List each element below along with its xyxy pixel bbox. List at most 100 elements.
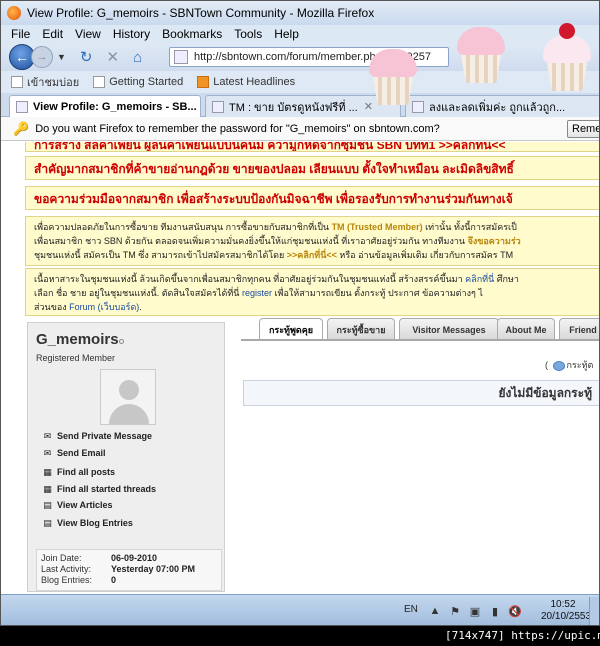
forward-button[interactable]: →: [31, 46, 53, 68]
bookmark-label: เข้าชมบ่อย: [27, 77, 80, 89]
notice-bar-1: การสร้าง สลิคาเพยนิ ผูลนิคาเพยนิแบ็บนิคน…: [25, 142, 599, 152]
tab-label: Friend: [569, 324, 597, 335]
tab-label: กระทู้ซื้อขาย: [336, 324, 386, 335]
tab-label: Visitor Messages: [412, 324, 486, 335]
rss-icon: [197, 76, 210, 88]
bookmark-latest-headlines[interactable]: Latest Headlines: [197, 76, 295, 88]
stat-value: 06-09-2010: [111, 553, 158, 563]
navigation-toolbar: ← → ▼ ↻ ✕ ⌂ http://sbntown.com/forum/mem…: [1, 43, 599, 71]
menu-help[interactable]: Help: [274, 27, 299, 41]
tab-tm-sale[interactable]: TM : ขาย บัตรดูหนังฟรีที่ ... ✕: [205, 95, 401, 117]
avatar: [100, 369, 156, 425]
tab-visitor-messages[interactable]: Visitor Messages: [399, 318, 499, 340]
blog-icon: ▤: [43, 517, 52, 528]
home-icon[interactable]: ⌂: [133, 49, 142, 66]
firefox-icon: [7, 6, 21, 20]
page-content: การสร้าง สลิคาเพยนิ ผูลนิคาเพยนิแบ็บนิคน…: [1, 142, 599, 594]
feed-link-label: กระทู้ต: [566, 360, 594, 370]
volume-muted-icon[interactable]: 🔇: [508, 605, 522, 618]
notice-text: ศึกษา: [494, 274, 519, 284]
action-center-flag-icon[interactable]: ⚑: [449, 605, 461, 618]
find-all-threads-link[interactable]: ▦ Find all started threads: [42, 483, 156, 495]
clock-date: 20/10/2553: [541, 611, 592, 622]
close-icon[interactable]: ✕: [364, 100, 373, 113]
tab-favicon-icon: [412, 100, 424, 113]
notice-text: เท่านั้น ทั้งนี้การสมัครเป็: [422, 222, 517, 232]
tab-friends[interactable]: Friend: [559, 318, 599, 340]
windows-taskbar: EN ▲ ⚑ ▣ ▮ 🔇 10:52 20/10/2553: [1, 594, 599, 625]
tab-label: View Profile: G_memoirs - SB...: [33, 100, 197, 113]
notification-message: Do you want Firefox to remember the pass…: [35, 122, 440, 135]
tab-view-profile[interactable]: View Profile: G_memoirs - SB... ✕: [9, 95, 201, 117]
stop-icon[interactable]: ✕: [107, 48, 120, 66]
reload-icon[interactable]: ↻: [80, 48, 93, 66]
network-signal-icon[interactable]: ▮: [489, 605, 501, 618]
envelope-icon: ✉: [43, 430, 52, 441]
notice-text: เพื่อนสมาชิก ชาว SBN ด้วยกัน ตลอดจนเพิ่ม…: [34, 236, 468, 246]
threads-feed-link[interactable]: ( กระทู้ต: [545, 358, 593, 372]
tab-about-me[interactable]: About Me: [497, 318, 555, 340]
title-bar: View Profile: G_memoirs - SBNTown Commun…: [1, 1, 599, 25]
tab-divider: [241, 339, 599, 341]
show-desktop-button[interactable]: [589, 597, 599, 625]
notice-text: การสร้าง สลิคาเพยนิ ผูลนิคาเพยนิแบ็บนิคน…: [34, 142, 506, 152]
tab-discussion-threads[interactable]: กระทู้พูดคุย: [259, 318, 323, 340]
menu-tools[interactable]: Tools: [234, 27, 262, 41]
notice-trusted-member: เพื่อความปลอดภัยในการซื้อขาย ทีมงานสนับส…: [25, 216, 599, 266]
notice-text: เลือก ชื่อ ชาย อยู่ในชุมชนแห่งนี้. ตัดสิ…: [34, 288, 242, 298]
address-bar[interactable]: http://sbntown.com/forum/member.php?u=49…: [169, 47, 449, 67]
send-private-message-link[interactable]: ✉ Send Private Message: [42, 430, 153, 442]
tab-label: TM : ขาย บัตรดูหนังฟรีที่ ...: [229, 101, 358, 114]
tab-sale[interactable]: ลงและลดเพิ่มค่ะ ถูกแล้วถูก...: [405, 95, 599, 117]
key-icon: 🔑: [13, 120, 30, 136]
view-blog-entries-link[interactable]: ▤ View Blog Entries: [42, 517, 133, 529]
stat-blog-entries: Blog Entries: 0: [41, 575, 217, 586]
stat-value: 0: [111, 575, 117, 585]
notice-text: สำคัญมากสมาชิกที่ค้าขายอ่านกฎด้วย ขายของ…: [34, 162, 514, 176]
system-clock[interactable]: 10:52 20/10/2553: [541, 599, 592, 623]
click-here-link[interactable]: คลิกที่นี่: [465, 274, 494, 284]
bookmark-label: Latest Headlines: [213, 76, 296, 88]
link-label: View Blog Entries: [57, 518, 133, 528]
view-articles-link[interactable]: ▤ View Articles: [42, 499, 112, 511]
bookmark-most-visited[interactable]: เข้าชมบ่อย: [11, 73, 79, 91]
menu-bar: File Edit View History Bookmarks Tools H…: [1, 25, 599, 43]
link-label: Find all posts: [57, 467, 116, 477]
history-dropdown-icon[interactable]: ▼: [57, 52, 66, 62]
articles-icon: ▤: [43, 499, 52, 510]
menu-edit[interactable]: Edit: [42, 27, 63, 41]
menu-history[interactable]: History: [113, 27, 150, 41]
notice-text: ส่วนของ: [34, 302, 70, 312]
show-hidden-icons-icon[interactable]: ▲: [429, 605, 441, 617]
threads-icon: ▦: [43, 483, 52, 494]
find-all-posts-link[interactable]: ▦ Find all posts: [42, 467, 116, 478]
menu-file[interactable]: File: [11, 27, 30, 41]
tab-label: ลงและลดเพิ่มค่ะ ถูกแล้วถูก...: [429, 101, 566, 114]
forum-link[interactable]: Forum (เว็บบอร์ด): [69, 302, 139, 312]
stat-value: Yesterday 07:00 PM: [111, 564, 196, 574]
menu-bookmarks[interactable]: Bookmarks: [162, 27, 222, 41]
email-icon: ✉: [43, 447, 52, 458]
empty-threads-message: ยังไม่มีข้อมูลกระทู้: [243, 380, 599, 406]
send-email-link[interactable]: ✉ Send Email: [42, 447, 106, 459]
link-label: Send Private Message: [57, 431, 153, 441]
profile-user-title: Registered Member: [36, 353, 116, 363]
remember-button[interactable]: Reme: [567, 120, 599, 138]
register-link[interactable]: register: [242, 288, 272, 298]
stat-join-date: Join Date: 06-09-2010: [41, 553, 217, 564]
site-favicon-icon: [174, 50, 188, 64]
arrow-right-icon: →: [36, 51, 48, 63]
bookmark-getting-started[interactable]: Getting Started: [93, 76, 183, 88]
profile-sidebar: G_memoirs Registered Member ✉ Send Priva…: [27, 322, 225, 592]
device-icon[interactable]: ▣: [469, 605, 481, 618]
tab-label: กระทู้พูดคุย: [268, 324, 314, 335]
menu-view[interactable]: View: [75, 27, 101, 41]
notice-text: เนื้อหาสาระในชุมชนแห่งนี้ ล้วนเกิดขึ้นจา…: [34, 274, 466, 284]
notice-text: หรือ อ่านข้อมูลเพิ่มเติม เกี่ยวกับการสมั…: [336, 250, 514, 260]
tab-favicon-icon: [16, 100, 28, 113]
notice-highlight: จึงขอความร่ว: [467, 236, 521, 246]
click-here-link[interactable]: >>คลิกที่นี่<<: [287, 250, 337, 260]
language-indicator[interactable]: EN: [404, 604, 418, 615]
tab-trade-threads[interactable]: กระทู้ซื้อขาย: [327, 318, 395, 340]
browser-window: View Profile: G_memoirs - SBNTown Commun…: [0, 0, 600, 626]
